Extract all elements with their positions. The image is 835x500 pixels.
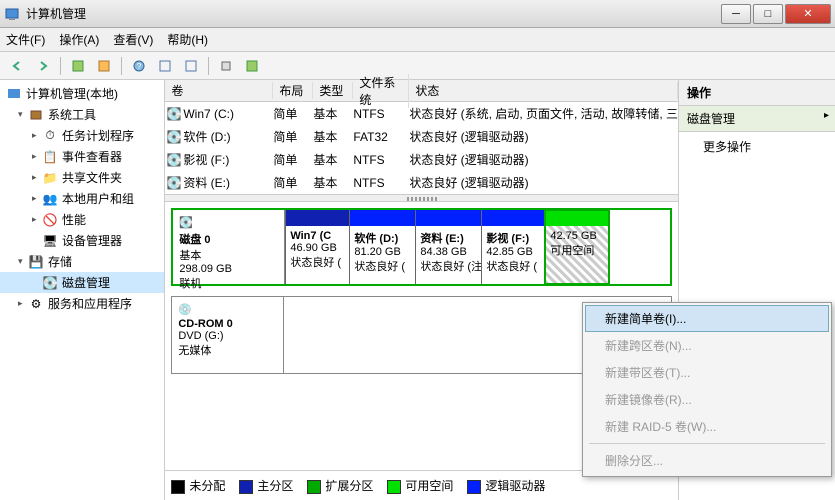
ctx-new-stripe: 新建带区卷(T)... (585, 359, 829, 386)
actions-header: 操作 (679, 80, 835, 106)
partition[interactable]: 软件 (D:)81.20 GB状态良好 ( (349, 210, 415, 284)
folder-icon: 📁 (42, 170, 58, 186)
tool-button-a[interactable] (154, 55, 176, 77)
tree-systools[interactable]: ▾系统工具 (0, 104, 164, 125)
tree-storage[interactable]: ▾💾存储 (0, 251, 164, 272)
partition-free[interactable]: 42.75 GB可用空间 (545, 210, 609, 284)
disk-label: 💽磁盘 0基本298.09 GB联机 (173, 210, 285, 284)
partition[interactable]: 影视 (F:)42.85 GB状态良好 ( (481, 210, 545, 284)
tree-diskmgmt[interactable]: 💽磁盘管理 (0, 272, 164, 293)
menu-help[interactable]: 帮助(H) (167, 31, 208, 48)
menu-view[interactable]: 查看(V) (113, 31, 153, 48)
tree-root-label: 计算机管理(本地) (26, 85, 118, 102)
volume-name: 软件 (D:) (183, 128, 273, 145)
help-button[interactable]: ? (128, 55, 150, 77)
tree-root[interactable]: 计算机管理(本地) (0, 83, 164, 104)
services-icon: ⚙ (28, 296, 44, 312)
volume-name: 资料 (E:) (183, 174, 273, 191)
menu-action[interactable]: 操作(A) (59, 31, 99, 48)
col-layout[interactable]: 布局 (273, 82, 313, 99)
tree-devmgr[interactable]: 🖥设备管理器 (0, 230, 164, 251)
tree-services[interactable]: ▸⚙服务和应用程序 (0, 293, 164, 314)
forward-button[interactable] (32, 55, 54, 77)
context-menu: 新建简单卷(I)... 新建跨区卷(N)... 新建带区卷(T)... 新建镜像… (582, 302, 832, 477)
actions-more[interactable]: 更多操作 (679, 132, 835, 161)
volume-icon: 💽 (165, 153, 183, 167)
tree-eventviewer[interactable]: ▸📋事件查看器 (0, 146, 164, 167)
menubar: 文件(F) 操作(A) 查看(V) 帮助(H) (0, 28, 835, 52)
disk-row[interactable]: 💽磁盘 0基本298.09 GB联机Win7 (C46.90 GB状态良好 (软… (171, 208, 672, 286)
back-button[interactable] (6, 55, 28, 77)
menu-file[interactable]: 文件(F) (6, 31, 45, 48)
event-icon: 📋 (42, 149, 58, 165)
actions-diskmgmt[interactable]: 磁盘管理 (679, 106, 835, 132)
disk-icon: 💽 (42, 275, 58, 291)
col-volume[interactable]: 卷 (165, 82, 273, 99)
col-status[interactable]: 状态 (409, 82, 678, 99)
toolbar: ? (0, 52, 835, 80)
disk-partitions: Win7 (C46.90 GB状态良好 (软件 (D:)81.20 GB状态良好… (285, 210, 670, 284)
ctx-new-span: 新建跨区卷(N)... (585, 332, 829, 359)
tree-shared[interactable]: ▸📁共享文件夹 (0, 167, 164, 188)
properties-button[interactable] (93, 55, 115, 77)
window-title: 计算机管理 (26, 5, 719, 22)
partition[interactable]: Win7 (C46.90 GB状态良好 ( (285, 210, 349, 284)
partition[interactable]: 资料 (E:)84.38 GB状态良好 (注 (415, 210, 481, 284)
volume-icon: 💽 (165, 176, 183, 190)
ctx-new-mirror: 新建镜像卷(R)... (585, 386, 829, 413)
tree-scheduler[interactable]: ▸⏱任务计划程序 (0, 125, 164, 146)
volume-row[interactable]: 💽 软件 (D:) 简单 基本 FAT32 状态良好 (逻辑驱动器) (165, 125, 678, 148)
ctx-new-simple[interactable]: 新建简单卷(I)... (585, 305, 829, 332)
refresh-button[interactable] (67, 55, 89, 77)
maximize-button[interactable]: □ (753, 4, 783, 24)
storage-icon: 💾 (28, 254, 44, 270)
svg-text:?: ? (137, 62, 142, 71)
volume-icon: 💽 (165, 107, 183, 121)
tree-users[interactable]: ▸👥本地用户和组 (0, 188, 164, 209)
splitter[interactable] (165, 194, 678, 202)
app-icon (4, 6, 20, 22)
tree-perf[interactable]: ▸🚫性能 (0, 209, 164, 230)
volume-header: 卷 布局 类型 文件系统 状态 (165, 80, 678, 102)
col-type[interactable]: 类型 (313, 82, 353, 99)
tool-button-d[interactable] (241, 55, 263, 77)
volume-name: 影视 (F:) (183, 151, 273, 168)
minimize-button[interactable]: ─ (721, 4, 751, 24)
users-icon: 👥 (42, 191, 58, 207)
tool-button-b[interactable] (180, 55, 202, 77)
ctx-delete: 删除分区... (585, 447, 829, 474)
close-button[interactable]: ✕ (785, 4, 831, 24)
volume-row[interactable]: 💽 资料 (E:) 简单 基本 NTFS 状态良好 (逻辑驱动器) (165, 171, 678, 194)
volume-row[interactable]: 💽 Win7 (C:) 简单 基本 NTFS 状态良好 (系统, 启动, 页面文… (165, 102, 678, 125)
disk-label: 💿CD-ROM 0DVD (G:)无媒体 (172, 297, 284, 373)
ctx-new-raid5: 新建 RAID-5 卷(W)... (585, 413, 829, 440)
volume-icon: 💽 (165, 130, 183, 144)
navigation-tree: 计算机管理(本地) ▾系统工具 ▸⏱任务计划程序 ▸📋事件查看器 ▸📁共享文件夹… (0, 80, 165, 500)
volume-name: Win7 (C:) (183, 107, 273, 121)
device-icon: 🖥 (42, 233, 58, 249)
volume-row[interactable]: 💽 影视 (F:) 简单 基本 NTFS 状态良好 (逻辑驱动器) (165, 148, 678, 171)
volume-list: 💽 Win7 (C:) 简单 基本 NTFS 状态良好 (系统, 启动, 页面文… (165, 102, 678, 194)
clock-icon: ⏱ (42, 128, 58, 144)
perf-icon: 🚫 (42, 212, 58, 228)
tree-systools-label: 系统工具 (48, 106, 96, 123)
tool-button-c[interactable] (215, 55, 237, 77)
titlebar: 计算机管理 ─ □ ✕ (0, 0, 835, 28)
